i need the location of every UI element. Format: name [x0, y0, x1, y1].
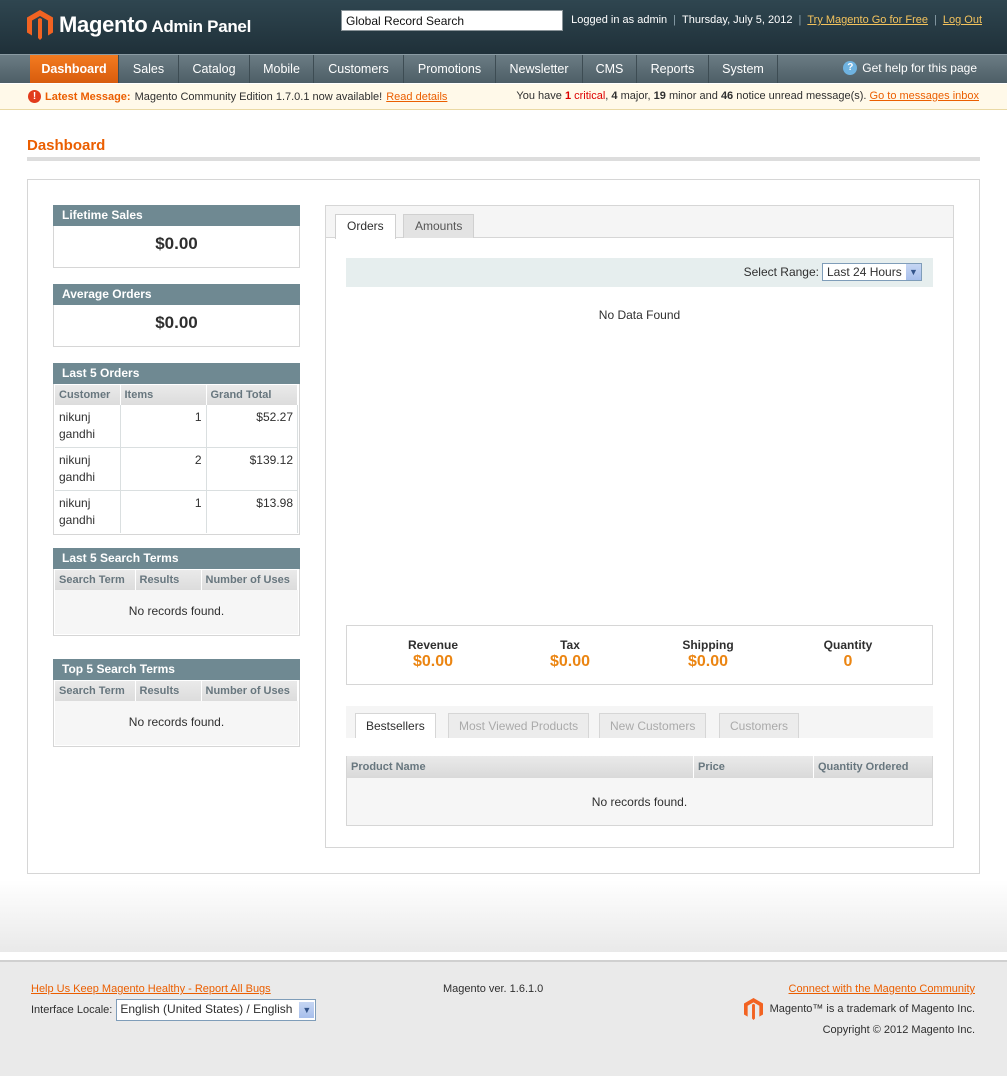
locale-label: Interface Locale:	[31, 1004, 113, 1016]
community-link[interactable]: Connect with the Magento Community	[789, 983, 975, 995]
no-data-message: No Data Found	[598, 308, 681, 322]
chart-panel: Orders Amounts Select Range: Last 24 Hou…	[325, 205, 954, 848]
copyright: Copyright © 2012 Magento Inc.	[822, 1024, 975, 1036]
nav-catalog[interactable]: Catalog	[179, 55, 250, 83]
col-product-name[interactable]: Product Name	[347, 756, 694, 778]
top-search-terms-title: Top 5 Search Terms	[53, 659, 300, 680]
col-number-of-uses[interactable]: Number of Uses	[201, 681, 298, 701]
footer: Help Us Keep Magento Healthy - Report Al…	[0, 960, 1007, 1076]
nav-mobile[interactable]: Mobile	[250, 55, 314, 83]
average-orders-title: Average Orders	[53, 284, 300, 305]
tab-orders[interactable]: Orders	[335, 214, 396, 239]
logo[interactable]: Magento Admin Panel	[27, 10, 251, 40]
tab-bestsellers[interactable]: Bestsellers	[355, 713, 436, 738]
col-items[interactable]: Items	[120, 385, 207, 405]
version-text: Magento ver. 1.6.1.0	[443, 983, 544, 995]
tab-new-customers[interactable]: New Customers	[599, 713, 707, 738]
top-search-terms-box: Top 5 Search Terms Search Term Results N…	[53, 659, 300, 747]
tab-most-viewed-products[interactable]: Most Viewed Products	[448, 713, 590, 738]
total-revenue: Revenue $0.00	[407, 638, 459, 670]
col-results[interactable]: Results	[135, 570, 202, 590]
lifetime-sales-box: Lifetime Sales $0.00	[53, 205, 300, 268]
col-quantity-ordered[interactable]: Quantity Ordered	[814, 756, 932, 778]
error-icon: !	[28, 90, 41, 103]
chart-tabs: Orders Amounts	[326, 206, 953, 239]
col-customer[interactable]: Customer	[55, 385, 121, 405]
footer-shade	[0, 880, 1007, 952]
locale-selector: Interface Locale: English (United States…	[31, 999, 317, 1021]
average-orders-value: $0.00	[155, 313, 198, 332]
chevron-down-icon: ▼	[906, 264, 921, 280]
help-link[interactable]: ? Get help for this page	[843, 61, 977, 75]
report-bugs-link[interactable]: Help Us Keep Magento Healthy - Report Al…	[31, 983, 271, 995]
chevron-down-icon: ▼	[299, 1002, 315, 1018]
global-search-input[interactable]	[341, 10, 563, 31]
tab-customers[interactable]: Customers	[719, 713, 800, 738]
empty-message: No records found.	[347, 778, 932, 825]
total-tax: Tax $0.00	[549, 638, 591, 670]
message-summary: You have 1 critical, 4 major, 19 minor a…	[516, 90, 979, 102]
title-divider	[27, 157, 980, 161]
current-date: Thursday, July 5, 2012	[682, 14, 793, 26]
nav-promotions[interactable]: Promotions	[404, 55, 496, 83]
magento-logo-icon	[743, 998, 763, 1020]
bestsellers-grid: Product Name Price Quantity Ordered No r…	[346, 756, 933, 826]
last-orders-table: Customer Items Grand Total nikunj gandhi…	[55, 385, 298, 533]
col-results[interactable]: Results	[135, 681, 202, 701]
col-grand-total[interactable]: Grand Total	[206, 385, 298, 405]
range-select[interactable]: Last 24 Hours ▼	[822, 263, 922, 281]
empty-message: No records found.	[55, 701, 298, 745]
trademark: Magento™ is a trademark of Magento Inc.	[743, 998, 975, 1020]
empty-message: No records found.	[55, 590, 298, 634]
nav-newsletter[interactable]: Newsletter	[496, 55, 583, 83]
last-orders-title: Last 5 Orders	[53, 363, 300, 384]
main-nav: Dashboard Sales Catalog Mobile Customers…	[0, 54, 1007, 83]
messages-inbox-link[interactable]: Go to messages inbox	[870, 90, 979, 102]
table-row[interactable]: nikunj gandhi 1 $13.98	[55, 490, 298, 533]
logout-link[interactable]: Log Out	[943, 14, 982, 26]
totals-bar: Revenue $0.00 Tax $0.00 Shipping $0.00 Q…	[346, 625, 933, 685]
header-links: Logged in as admin | Thursday, July 5, 2…	[571, 14, 982, 26]
tab-amounts[interactable]: Amounts	[403, 214, 475, 238]
table-row[interactable]: nikunj gandhi 2 $139.12	[55, 447, 298, 491]
average-orders-box: Average Orders $0.00	[53, 284, 300, 347]
col-price[interactable]: Price	[694, 756, 814, 778]
col-search-term[interactable]: Search Term	[55, 570, 136, 590]
help-icon: ?	[843, 61, 858, 75]
range-bar: Select Range: Last 24 Hours ▼	[346, 258, 933, 287]
message-bar: ! Latest Message: Magento Community Edit…	[0, 84, 1007, 110]
locale-select[interactable]: English (United States) / English ▼	[116, 999, 317, 1021]
nav-dashboard[interactable]: Dashboard	[30, 55, 119, 83]
col-number-of-uses[interactable]: Number of Uses	[201, 570, 298, 590]
latest-message-text: Magento Community Edition 1.7.0.1 now av…	[134, 90, 383, 103]
lifetime-sales-value: $0.00	[155, 234, 198, 253]
nav-system[interactable]: System	[709, 55, 778, 83]
lifetime-sales-title: Lifetime Sales	[53, 205, 300, 226]
read-details-link[interactable]: Read details	[386, 91, 447, 103]
logo-text: Magento Admin Panel	[59, 12, 252, 37]
latest-message-label: Latest Message:	[45, 90, 131, 103]
total-shipping: Shipping $0.00	[682, 638, 734, 670]
nav-sales[interactable]: Sales	[119, 55, 179, 83]
last-orders-box: Last 5 Orders Customer Items Grand Total…	[53, 363, 300, 535]
nav-customers[interactable]: Customers	[314, 55, 404, 83]
logged-in-text: Logged in as admin	[571, 14, 668, 26]
nav-reports[interactable]: Reports	[637, 55, 709, 83]
header: MagentoAdmin Panel Logged in as admin | …	[0, 0, 1007, 54]
page-title: Dashboard	[27, 137, 106, 154]
nav-cms[interactable]: CMS	[583, 55, 637, 83]
magento-logo-icon	[27, 10, 53, 40]
range-label: Select Range:	[743, 265, 819, 279]
last-search-terms-title: Last 5 Search Terms	[53, 548, 300, 569]
last-search-terms-box: Last 5 Search Terms Search Term Results …	[53, 548, 300, 636]
table-row[interactable]: nikunj gandhi 1 $52.27	[55, 405, 298, 448]
try-magento-go-link[interactable]: Try Magento Go for Free	[807, 14, 928, 26]
total-quantity: Quantity 0	[823, 638, 873, 670]
bottom-tabs: Bestsellers Most Viewed Products New Cus…	[346, 706, 933, 738]
col-search-term[interactable]: Search Term	[55, 681, 136, 701]
